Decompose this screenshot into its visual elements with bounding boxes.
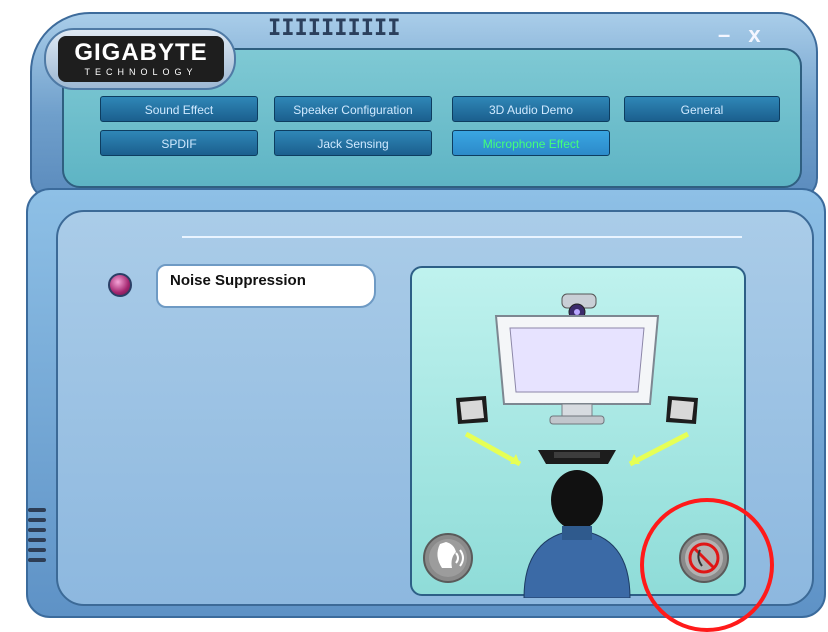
tab-general[interactable]: General	[624, 96, 780, 122]
person-icon	[523, 470, 631, 599]
monitor-icon	[494, 315, 660, 425]
highlight-circle	[640, 498, 774, 632]
noise-suppression-toggle[interactable]	[108, 273, 132, 297]
close-button[interactable]: x	[748, 22, 760, 47]
sound-arrow-left-icon	[464, 431, 522, 467]
tab-jack-sensing[interactable]: Jack Sensing	[274, 130, 432, 156]
minimize-button[interactable]: –	[718, 22, 730, 47]
tab-label: SPDIF	[161, 137, 197, 151]
effect-label: Noise Suppression	[170, 272, 306, 289]
logo-subtitle: TECHNOLOGY	[84, 67, 198, 77]
tab-label: Sound Effect	[144, 103, 214, 117]
tab-label: General	[680, 103, 724, 117]
tab-spdif[interactable]: SPDIF	[100, 130, 258, 156]
tab-label: Jack Sensing	[317, 137, 389, 151]
speaker-left-icon	[456, 396, 488, 424]
drag-grip-left[interactable]	[28, 508, 50, 578]
voice-button[interactable]	[423, 533, 473, 583]
divider	[182, 236, 742, 238]
tab-speaker-configuration[interactable]: Speaker Configuration	[274, 96, 432, 122]
tab-sound-effect[interactable]: Sound Effect	[100, 96, 258, 122]
tab-3d-audio-demo[interactable]: 3D Audio Demo	[452, 96, 610, 122]
sound-arrow-right-icon	[628, 431, 690, 467]
tab-label: Speaker Configuration	[293, 103, 413, 117]
tab-microphone-effect[interactable]: Microphone Effect	[452, 130, 610, 156]
tab-label: Microphone Effect	[482, 137, 580, 151]
center-speaker-icon	[538, 450, 616, 464]
drag-grip-top[interactable]: IIIIIIIIII	[268, 16, 400, 41]
window-controls: – x	[718, 22, 761, 48]
logo-brand-text: GIGABYTE	[74, 39, 208, 66]
gigabyte-logo: GIGABYTE TECHNOLOGY	[58, 36, 224, 82]
tab-label: 3D Audio Demo	[488, 103, 574, 117]
speaker-right-icon	[666, 396, 698, 424]
